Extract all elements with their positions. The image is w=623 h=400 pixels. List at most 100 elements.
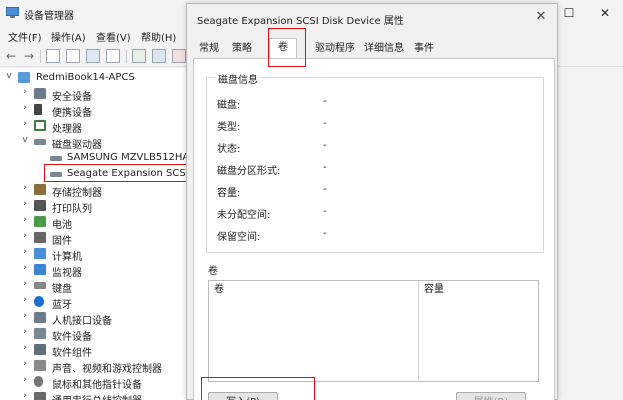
tree-item[interactable]: › 通用串行总线控制器 xyxy=(0,390,210,400)
tree-item[interactable]: › 监视器 xyxy=(0,262,210,279)
chevron-right-icon[interactable]: › xyxy=(20,87,30,97)
prop-row: 未分配空间: - xyxy=(217,206,537,221)
chevron-right-icon[interactable]: › xyxy=(20,199,30,209)
prop-value: - xyxy=(323,118,327,129)
prop-value: - xyxy=(323,206,327,217)
tree-item-label: 键盘 xyxy=(52,284,72,295)
bluetooth-icon xyxy=(34,296,44,307)
close-button[interactable]: ✕ xyxy=(592,4,618,22)
printer-icon xyxy=(34,200,46,211)
menu-file[interactable]: 文件(F) xyxy=(8,29,42,44)
menu-view[interactable]: 查看(V) xyxy=(96,29,131,44)
tree-item[interactable]: › 电池 xyxy=(0,214,210,231)
help-icon[interactable] xyxy=(86,49,100,63)
toolbar-separator xyxy=(40,50,41,63)
prop-name: 容量: xyxy=(217,188,241,199)
highlight-box xyxy=(268,28,306,67)
tab-policies[interactable]: 策略 xyxy=(225,40,259,58)
portable-device-icon xyxy=(34,104,42,115)
scan-hardware-icon[interactable] xyxy=(132,49,146,63)
maximize-button[interactable]: ☐ xyxy=(556,4,582,22)
volumes-label: 卷 xyxy=(208,266,218,277)
tree-item[interactable]: › 人机接口设备 xyxy=(0,310,210,327)
tree-item[interactable]: › 安全设备 xyxy=(0,86,210,103)
tree-item[interactable]: › 打印队列 xyxy=(0,198,210,215)
chevron-right-icon[interactable]: › xyxy=(20,359,30,369)
tree-item[interactable]: › 软件组件 xyxy=(0,342,210,359)
tree-item[interactable]: › 软件设备 xyxy=(0,326,210,343)
disk-drive-icon xyxy=(50,156,62,161)
tab-driver[interactable]: 驱动程序 xyxy=(311,40,359,58)
tree-view-icon[interactable] xyxy=(46,49,60,63)
processor-icon xyxy=(34,120,46,131)
chevron-down-icon[interactable]: v xyxy=(4,71,14,81)
tree-item[interactable]: › 鼠标和其他指针设备 xyxy=(0,374,210,391)
prop-value: - xyxy=(323,184,327,195)
list-view-icon[interactable] xyxy=(66,49,80,63)
tree-item-label: 电池 xyxy=(52,220,72,231)
chevron-right-icon[interactable]: › xyxy=(20,103,30,113)
chevron-right-icon[interactable]: › xyxy=(20,215,30,225)
tree-item-label: 人机接口设备 xyxy=(52,316,112,327)
prop-name: 状态: xyxy=(217,144,241,155)
tree-item-label: 磁盘驱动器 xyxy=(52,140,102,151)
tab-details[interactable]: 详细信息 xyxy=(359,40,409,58)
device-tree: v RedmiBook14-APCS › 安全设备 › 便携设备 › 处理器 v… xyxy=(0,68,210,400)
tree-item[interactable]: › 便携设备 xyxy=(0,102,210,119)
volumes-list[interactable]: 卷 容量 xyxy=(208,280,539,382)
chevron-right-icon[interactable]: › xyxy=(20,375,30,385)
usb-icon xyxy=(34,392,46,400)
properties-icon[interactable] xyxy=(106,49,120,63)
monitor-icon[interactable] xyxy=(152,49,166,63)
prop-row: 保留空间: - xyxy=(217,228,537,243)
prop-name: 类型: xyxy=(217,122,241,133)
firmware-icon xyxy=(34,232,46,243)
chevron-down-icon[interactable]: v xyxy=(20,135,30,145)
uninstall-icon[interactable] xyxy=(172,49,186,63)
mouse-icon xyxy=(34,376,43,387)
chevron-right-icon[interactable]: › xyxy=(20,295,30,305)
tab-general[interactable]: 常规 xyxy=(195,40,223,58)
chevron-right-icon[interactable]: › xyxy=(20,119,30,129)
tree-item-label: 蓝牙 xyxy=(52,300,72,311)
tree-root[interactable]: v RedmiBook14-APCS xyxy=(0,70,210,86)
chevron-right-icon[interactable]: › xyxy=(20,343,30,353)
prop-name: 保留空间: xyxy=(217,232,261,243)
tree-item[interactable]: › 键盘 xyxy=(0,278,210,295)
properties-button[interactable]: 属性(R) xyxy=(456,392,526,400)
chevron-right-icon[interactable]: › xyxy=(20,391,30,400)
chevron-right-icon[interactable]: › xyxy=(20,183,30,193)
tree-item[interactable]: › 声音、视频和游戏控制器 xyxy=(0,358,210,375)
forward-arrow-icon[interactable]: → xyxy=(22,48,36,64)
chevron-right-icon[interactable]: › xyxy=(20,247,30,257)
chevron-right-icon[interactable]: › xyxy=(20,327,30,337)
dialog-close-button[interactable]: ✕ xyxy=(531,7,551,27)
column-header-volume[interactable]: 卷 xyxy=(209,281,418,298)
prop-name: 磁盘: xyxy=(217,100,241,111)
keyboard-icon xyxy=(34,282,46,289)
security-device-icon xyxy=(34,88,46,99)
tree-item[interactable]: › 计算机 xyxy=(0,246,210,263)
tree-item[interactable]: › 蓝牙 xyxy=(0,294,210,311)
chevron-right-icon[interactable]: › xyxy=(20,311,30,321)
chevron-right-icon[interactable]: › xyxy=(20,263,30,273)
menu-action[interactable]: 操作(A) xyxy=(51,29,86,44)
computer-icon xyxy=(18,72,30,83)
prop-name: 未分配空间: xyxy=(217,210,271,221)
menu-help[interactable]: 帮助(H) xyxy=(141,29,176,44)
prop-row: 磁盘分区形式: - xyxy=(217,162,537,177)
tab-events[interactable]: 事件 xyxy=(409,40,439,58)
tree-item[interactable]: › 固件 xyxy=(0,230,210,247)
column-header-capacity[interactable]: 容量 xyxy=(419,281,538,298)
tree-item[interactable]: v 磁盘驱动器 xyxy=(0,134,210,151)
tree-root-label: RedmiBook14-APCS xyxy=(36,72,135,83)
disk-drive-icon xyxy=(34,139,46,145)
tree-item[interactable]: › 处理器 xyxy=(0,118,210,135)
back-arrow-icon[interactable]: ← xyxy=(4,48,18,64)
software-component-icon xyxy=(34,344,46,355)
chevron-right-icon[interactable]: › xyxy=(20,231,30,241)
prop-name: 磁盘分区形式: xyxy=(217,166,281,177)
tree-item-label: 计算机 xyxy=(52,252,82,263)
tree-item[interactable]: › 存储控制器 xyxy=(0,182,210,199)
chevron-right-icon[interactable]: › xyxy=(20,279,30,289)
